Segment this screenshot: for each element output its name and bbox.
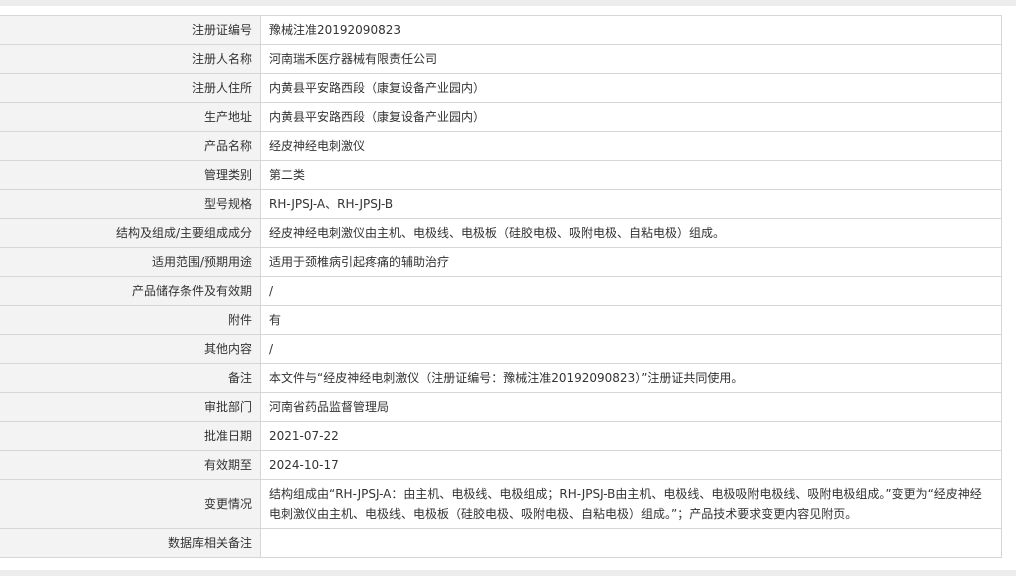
- row-value-management-class: 第二类: [260, 160, 1002, 190]
- table-row: 结构及组成/主要组成成分 经皮神经电刺激仪由主机、电极线、电极板（硅胶电极、吸附…: [0, 218, 1002, 248]
- registration-detail-table: 注册证编号 豫械注准20192090823 注册人名称 河南瑞禾医疗器械有限责任…: [0, 15, 1002, 558]
- row-label-management-class: 管理类别: [0, 160, 261, 190]
- row-label-registration-number: 注册证编号: [0, 15, 261, 45]
- row-value-intended-use: 适用于颈椎病引起疼痛的辅助治疗: [260, 247, 1002, 277]
- row-value-production-address: 内黄县平安路西段（康复设备产业园内）: [260, 102, 1002, 132]
- row-label-storage: 产品储存条件及有效期: [0, 276, 261, 306]
- row-value-model-spec: RH-JPSJ-A、RH-JPSJ-B: [260, 189, 1002, 219]
- row-label-db-remarks: 数据库相关备注: [0, 528, 261, 558]
- table-row: 生产地址 内黄县平安路西段（康复设备产业园内）: [0, 102, 1002, 132]
- row-label-attachment: 附件: [0, 305, 261, 335]
- row-value-changes: 结构组成由“RH-JPSJ-A：由主机、电极线、电极组成；RH-JPSJ-B由主…: [260, 479, 1002, 529]
- table-row: 其他内容 /: [0, 334, 1002, 364]
- table-row: 管理类别 第二类: [0, 160, 1002, 190]
- row-value-registration-number: 豫械注准20192090823: [260, 15, 1002, 45]
- table-row: 适用范围/预期用途 适用于颈椎病引起疼痛的辅助治疗: [0, 247, 1002, 277]
- table-row: 有效期至 2024-10-17: [0, 450, 1002, 480]
- table-row: 注册人住所 内黄县平安路西段（康复设备产业园内）: [0, 73, 1002, 103]
- row-value-storage: /: [260, 276, 1002, 306]
- row-value-attachment: 有: [260, 305, 1002, 335]
- detail-panel: 注册证编号 豫械注准20192090823 注册人名称 河南瑞禾医疗器械有限责任…: [0, 6, 1016, 570]
- row-value-registrant-name: 河南瑞禾医疗器械有限责任公司: [260, 44, 1002, 74]
- row-value-registrant-address: 内黄县平安路西段（康复设备产业园内）: [260, 73, 1002, 103]
- row-value-product-name: 经皮神经电刺激仪: [260, 131, 1002, 161]
- table-row: 注册证编号 豫械注准20192090823: [0, 15, 1002, 45]
- row-label-intended-use: 适用范围/预期用途: [0, 247, 261, 277]
- row-value-approval-dept: 河南省药品监督管理局: [260, 392, 1002, 422]
- row-label-other: 其他内容: [0, 334, 261, 364]
- row-value-structure: 经皮神经电刺激仪由主机、电极线、电极板（硅胶电极、吸附电极、自粘电极）组成。: [260, 218, 1002, 248]
- table-row: 型号规格 RH-JPSJ-A、RH-JPSJ-B: [0, 189, 1002, 219]
- row-value-approval-date: 2021-07-22: [260, 421, 1002, 451]
- row-value-valid-until: 2024-10-17: [260, 450, 1002, 480]
- table-row: 批准日期 2021-07-22: [0, 421, 1002, 451]
- row-label-approval-dept: 审批部门: [0, 392, 261, 422]
- row-value-db-remarks: [260, 528, 1002, 558]
- bottom-gutter: [0, 570, 1016, 576]
- table-row: 产品名称 经皮神经电刺激仪: [0, 131, 1002, 161]
- table-row: 变更情况 结构组成由“RH-JPSJ-A：由主机、电极线、电极组成；RH-JPS…: [0, 479, 1002, 529]
- row-label-product-name: 产品名称: [0, 131, 261, 161]
- row-value-remarks: 本文件与“经皮神经电刺激仪（注册证编号：豫械注准20192090823）”注册证…: [260, 363, 1002, 393]
- row-label-registrant-address: 注册人住所: [0, 73, 261, 103]
- table-row: 备注 本文件与“经皮神经电刺激仪（注册证编号：豫械注准20192090823）”…: [0, 363, 1002, 393]
- row-label-model-spec: 型号规格: [0, 189, 261, 219]
- row-value-other: /: [260, 334, 1002, 364]
- table-row: 审批部门 河南省药品监督管理局: [0, 392, 1002, 422]
- row-label-approval-date: 批准日期: [0, 421, 261, 451]
- table-row: 数据库相关备注: [0, 528, 1002, 558]
- table-row: 产品储存条件及有效期 /: [0, 276, 1002, 306]
- table-row: 附件 有: [0, 305, 1002, 335]
- row-label-structure: 结构及组成/主要组成成分: [0, 218, 261, 248]
- row-label-registrant-name: 注册人名称: [0, 44, 261, 74]
- row-label-changes: 变更情况: [0, 479, 261, 529]
- table-row: 注册人名称 河南瑞禾医疗器械有限责任公司: [0, 44, 1002, 74]
- row-label-valid-until: 有效期至: [0, 450, 261, 480]
- row-label-remarks: 备注: [0, 363, 261, 393]
- row-label-production-address: 生产地址: [0, 102, 261, 132]
